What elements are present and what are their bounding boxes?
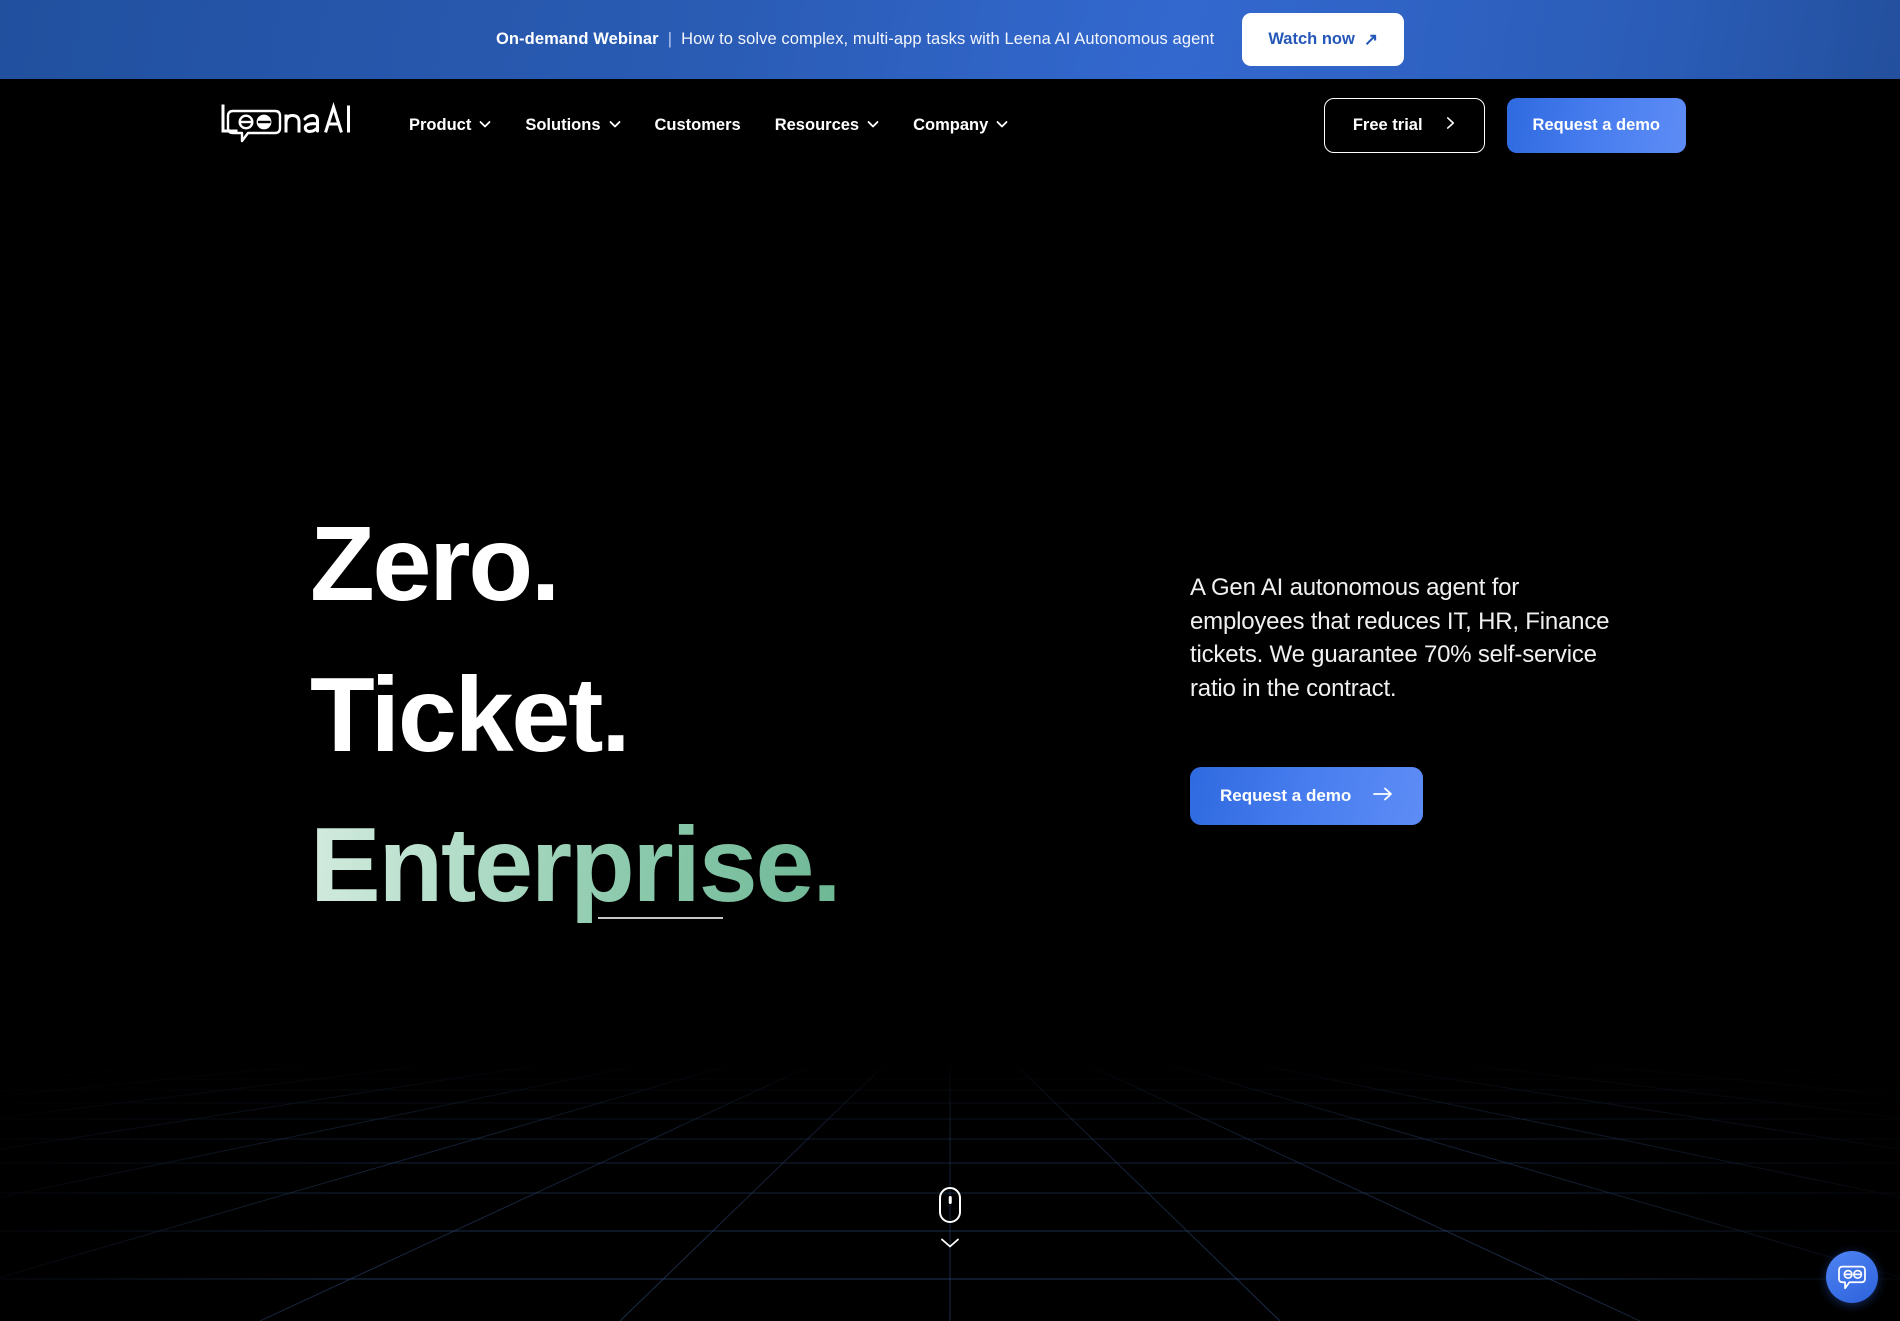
request-demo-hero-button[interactable]: Request a demo bbox=[1190, 767, 1424, 826]
promo-banner-text: On-demand Webinar | How to solve complex… bbox=[496, 30, 1214, 49]
chat-bubble-icon bbox=[1838, 1265, 1866, 1290]
nav-item-company[interactable]: Company bbox=[896, 116, 1025, 135]
watch-now-button[interactable]: Watch now ↗ bbox=[1242, 13, 1405, 66]
chevron-down-icon bbox=[609, 118, 621, 130]
free-trial-button[interactable]: Free trial bbox=[1323, 97, 1485, 153]
page-root: On-demand Webinar | How to solve complex… bbox=[0, 0, 1900, 1321]
nav-item-customers[interactable]: Customers bbox=[638, 116, 758, 135]
nav-item-label: Solutions bbox=[525, 115, 601, 134]
nav-item-solutions[interactable]: Solutions bbox=[508, 116, 637, 135]
nav-item-label: Company bbox=[913, 115, 989, 134]
nav-item-label: Product bbox=[409, 115, 472, 134]
promo-banner: On-demand Webinar | How to solve complex… bbox=[0, 0, 1900, 79]
main-navigation: Product Solutions Customers Resources Co… bbox=[0, 79, 1900, 171]
nav-item-label: Customers bbox=[654, 115, 741, 134]
chevron-down-icon bbox=[941, 1238, 959, 1248]
chat-widget-button[interactable] bbox=[1826, 1251, 1878, 1303]
promo-banner-headline: How to solve complex, multi-app tasks wi… bbox=[681, 30, 1215, 48]
promo-banner-eyebrow: On-demand Webinar bbox=[495, 30, 659, 48]
headline-line-3: Enterprise. bbox=[310, 790, 842, 941]
headline-line-1: Zero. bbox=[310, 505, 560, 623]
headline-underline-accent bbox=[598, 916, 723, 919]
headline-line-3-wrapper: Enterprise. bbox=[310, 790, 842, 941]
hero-description: A Gen AI autonomous agent for employees … bbox=[1190, 574, 1610, 702]
watch-now-label: Watch now bbox=[1268, 30, 1355, 48]
chevron-down-icon bbox=[867, 118, 879, 130]
arrow-up-right-icon: ↗ bbox=[1363, 30, 1379, 49]
nav-links: Product Solutions Customers Resources Co… bbox=[392, 79, 1025, 171]
chevron-down-icon bbox=[996, 118, 1008, 130]
hero-headline: Zero. Ticket. Enterprise. bbox=[310, 489, 842, 941]
hero-copy-block: A Gen AI autonomous agent for employees … bbox=[1190, 571, 1610, 826]
request-demo-nav-button[interactable]: Request a demo bbox=[1506, 97, 1686, 153]
leena-ai-logo[interactable] bbox=[220, 101, 355, 145]
scroll-down-indicator[interactable] bbox=[939, 1187, 961, 1249]
hero-section: Zero. Ticket. Enterprise. A Gen AI auton… bbox=[0, 171, 1900, 1321]
nav-item-resources[interactable]: Resources bbox=[758, 116, 896, 135]
promo-banner-separator: | bbox=[667, 30, 673, 48]
free-trial-label: Free trial bbox=[1352, 115, 1423, 134]
headline-line-2: Ticket. bbox=[310, 655, 631, 774]
nav-actions: Free trial Request a demo bbox=[1323, 79, 1686, 171]
request-demo-nav-label: Request a demo bbox=[1532, 115, 1660, 134]
arrow-right-icon bbox=[1373, 786, 1393, 806]
chevron-down-icon bbox=[479, 118, 491, 130]
nav-item-product[interactable]: Product bbox=[392, 116, 508, 135]
mouse-scroll-icon bbox=[939, 1187, 961, 1223]
request-demo-hero-label: Request a demo bbox=[1220, 786, 1352, 806]
nav-item-label: Resources bbox=[774, 115, 860, 134]
chevron-right-icon bbox=[1445, 116, 1456, 135]
